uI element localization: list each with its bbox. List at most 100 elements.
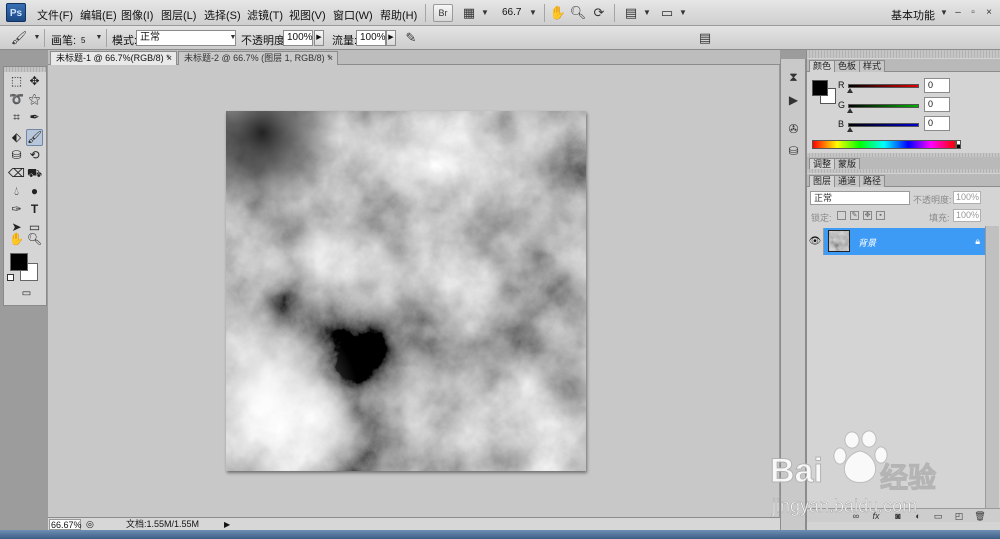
pen-tool-icon[interactable]: ✑ bbox=[8, 201, 25, 218]
zoom-level[interactable]: 66.7 bbox=[502, 7, 521, 18]
flow-slider-icon[interactable]: ▶ bbox=[386, 30, 396, 46]
layer-opacity-field[interactable]: 100% bbox=[953, 191, 981, 204]
document-canvas[interactable] bbox=[226, 111, 586, 471]
layers-scrollbar[interactable] bbox=[985, 226, 999, 508]
menu-help[interactable]: 帮助(H) bbox=[380, 7, 417, 23]
adjustment-icon[interactable]: ◐ bbox=[912, 510, 924, 522]
foreground-color-swatch[interactable] bbox=[812, 80, 828, 96]
color-spectrum-bar[interactable] bbox=[812, 140, 956, 149]
opacity-field[interactable]: 100% bbox=[283, 30, 313, 46]
blue-value-field[interactable]: 0 bbox=[924, 116, 950, 131]
magic-wand-tool-icon[interactable]: ⚝ bbox=[26, 91, 43, 108]
lasso-tool-icon[interactable]: ➰ bbox=[8, 91, 25, 108]
menu-image[interactable]: 图像(I) bbox=[121, 7, 153, 23]
canvas-area[interactable] bbox=[48, 65, 780, 517]
brushes-panel-icon[interactable]: ▤ bbox=[696, 29, 714, 47]
tab-paths[interactable]: 路径 bbox=[859, 175, 886, 187]
type-tool-icon[interactable]: T bbox=[26, 201, 43, 218]
paint-bucket-tool-icon[interactable]: ⛟ bbox=[26, 165, 43, 182]
lock-pixels-icon[interactable]: ✎ bbox=[850, 211, 859, 220]
chevron-down-icon[interactable]: ▼ bbox=[476, 4, 494, 22]
menu-edit[interactable]: 编辑(E) bbox=[80, 7, 117, 23]
hand-tool-icon[interactable]: ✋ bbox=[549, 4, 567, 22]
eye-icon[interactable]: 👁︎ bbox=[807, 228, 824, 255]
tab-color[interactable]: 颜色 bbox=[809, 60, 836, 72]
chevron-down-icon[interactable]: ▼ bbox=[224, 29, 242, 47]
quick-mask-icon[interactable]: ▭ bbox=[18, 285, 35, 302]
brush-size[interactable]: 5 bbox=[81, 36, 85, 45]
marquee-tool-icon[interactable]: ⬚ bbox=[8, 73, 25, 90]
trash-icon[interactable]: 🗑︎ bbox=[974, 510, 986, 522]
restore-icon[interactable]: ▫ bbox=[966, 6, 980, 20]
default-colors-icon[interactable] bbox=[7, 274, 14, 281]
healing-brush-tool-icon[interactable]: ⬖ bbox=[8, 129, 25, 146]
red-slider-thumb[interactable] bbox=[847, 88, 853, 93]
hand-tool-icon[interactable]: ✋ bbox=[8, 231, 25, 248]
zoom-tool-icon[interactable]: 🔍︎ bbox=[569, 4, 587, 22]
menu-layer[interactable]: 图层(L) bbox=[161, 7, 196, 23]
toolbox-grip[interactable] bbox=[4, 67, 46, 72]
mask-icon[interactable]: ◙ bbox=[892, 510, 904, 522]
history-panel-icon[interactable]: ⧗ bbox=[785, 69, 802, 86]
dodge-tool-icon[interactable]: ● bbox=[26, 183, 43, 200]
clone-stamp-tool-icon[interactable]: ⛁ bbox=[8, 147, 25, 164]
green-slider-thumb[interactable] bbox=[847, 108, 853, 113]
lock-all-icon[interactable]: ▪ bbox=[876, 211, 885, 220]
eyedropper-tool-icon[interactable]: ✒ bbox=[26, 109, 43, 126]
tab-styles[interactable]: 样式 bbox=[859, 60, 886, 72]
menu-file[interactable]: 文件(F) bbox=[37, 7, 73, 23]
tab-channels[interactable]: 通道 bbox=[834, 175, 861, 187]
clone-source-icon[interactable]: ⛁ bbox=[785, 143, 802, 160]
fx-icon[interactable]: fx bbox=[870, 510, 882, 522]
brush-tool-icon[interactable]: 🖌︎ bbox=[26, 129, 43, 146]
workspace-switcher[interactable]: 基本功能 bbox=[891, 7, 935, 23]
bridge-button[interactable]: Br bbox=[433, 4, 453, 22]
lock-position-icon[interactable]: ✥ bbox=[863, 211, 872, 220]
close-icon[interactable]: × bbox=[167, 52, 172, 65]
green-value-field[interactable]: 0 bbox=[924, 97, 950, 112]
status-menu-arrow-icon[interactable]: ▶ bbox=[224, 519, 230, 530]
menu-view[interactable]: 视图(V) bbox=[289, 7, 326, 23]
layer-name[interactable]: 背景 bbox=[858, 236, 876, 249]
zoom-status-field[interactable]: 66.67% bbox=[49, 519, 82, 530]
opacity-slider-icon[interactable]: ▶ bbox=[314, 30, 324, 46]
red-slider[interactable] bbox=[848, 84, 919, 88]
foreground-color-swatch[interactable] bbox=[10, 253, 28, 271]
move-tool-icon[interactable]: ✥ bbox=[26, 73, 43, 90]
eraser-tool-icon[interactable]: ⌫ bbox=[8, 165, 25, 182]
layer-row[interactable]: 👁︎ 背景 🔒︎ bbox=[807, 228, 985, 255]
history-brush-tool-icon[interactable]: ⟲ bbox=[26, 147, 43, 164]
lock-transparency-icon[interactable] bbox=[837, 211, 846, 220]
mode-select[interactable]: 正常 bbox=[136, 30, 236, 46]
red-value-field[interactable]: 0 bbox=[924, 78, 950, 93]
close-icon[interactable]: × bbox=[328, 52, 333, 65]
menu-select[interactable]: 选择(S) bbox=[204, 7, 241, 23]
airbrush-icon[interactable]: ✎ bbox=[402, 29, 420, 47]
close-icon[interactable]: × bbox=[982, 6, 996, 20]
menu-filter[interactable]: 滤镜(T) bbox=[247, 7, 283, 23]
panel-grip[interactable] bbox=[807, 169, 1000, 173]
green-slider[interactable] bbox=[848, 104, 919, 108]
document-tab-2[interactable]: 未标题-2 @ 66.7% (图层 1, RGB/8) * × bbox=[178, 51, 338, 65]
black-white-ramp[interactable] bbox=[956, 140, 961, 149]
blend-mode-select[interactable]: 正常 bbox=[810, 191, 910, 205]
flow-field[interactable]: 100% bbox=[356, 30, 386, 46]
blue-slider[interactable] bbox=[848, 123, 919, 127]
tool-presets-icon[interactable]: ✇ bbox=[785, 121, 802, 138]
document-tab-1[interactable]: 未标题-1 @ 66.7%(RGB/8) * × bbox=[50, 51, 177, 65]
blur-tool-icon[interactable]: 💧︎ bbox=[8, 183, 25, 200]
zoom-dropdown-icon[interactable]: ▼ bbox=[524, 4, 542, 22]
chevron-down-icon[interactable]: ▼ bbox=[638, 4, 656, 22]
brush-tool-icon[interactable]: 🖌︎ bbox=[10, 29, 28, 47]
new-layer-icon[interactable]: ◰ bbox=[953, 510, 965, 522]
panel-grip[interactable] bbox=[807, 50, 1000, 58]
actions-panel-icon[interactable]: ▶ bbox=[785, 92, 802, 109]
chevron-down-icon[interactable]: ▼ bbox=[674, 4, 692, 22]
link-icon[interactable]: ∞ bbox=[850, 510, 862, 522]
fill-field[interactable]: 100% bbox=[953, 209, 981, 222]
blue-slider-thumb[interactable] bbox=[847, 127, 853, 132]
tab-layers[interactable]: 图层 bbox=[809, 175, 836, 187]
zoom-tool-icon[interactable]: 🔍︎ bbox=[26, 231, 43, 248]
menu-window[interactable]: 窗口(W) bbox=[333, 7, 373, 23]
tab-swatches[interactable]: 色板 bbox=[834, 60, 861, 72]
